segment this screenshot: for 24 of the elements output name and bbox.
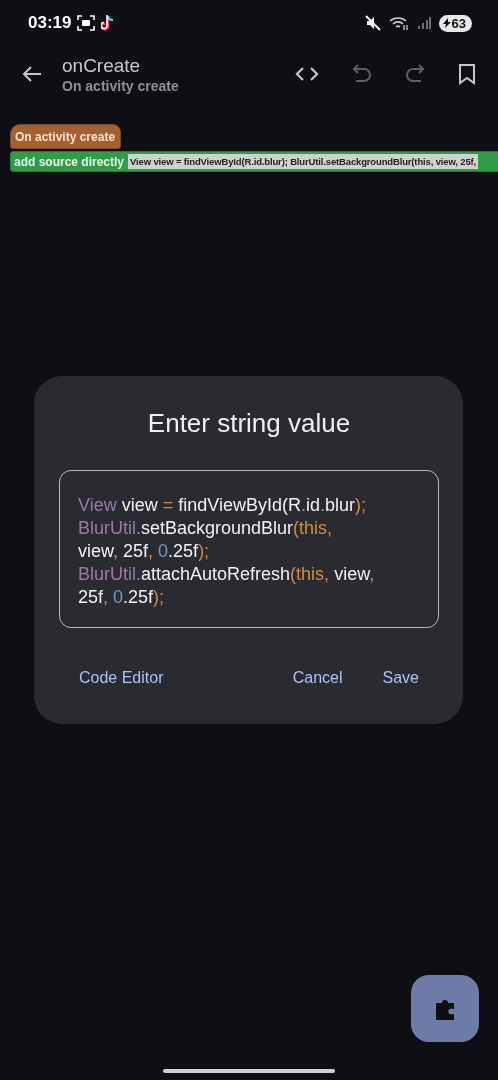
wifi-icon <box>388 15 409 31</box>
battery-indicator: 63 <box>438 14 472 32</box>
redo-icon[interactable] <box>405 63 425 85</box>
screen-title: onCreate <box>62 54 142 77</box>
event-block[interactable]: On activity create <box>10 124 122 149</box>
block-label: add source directly <box>14 154 125 169</box>
mute-icon <box>364 15 381 31</box>
block-input-field[interactable]: View view = findViewById(R.id.blur); BlurUtil.setBackgroundBlur(this, view, 25f, <box>128 154 479 169</box>
signal-icon <box>416 16 431 30</box>
dialog-button[interactable]: Save <box>382 665 419 691</box>
clock: 03:19 <box>28 13 72 33</box>
dialog-button[interactable]: Cancel <box>292 665 343 691</box>
dialog-title: Enter string value <box>146 408 352 439</box>
screenshot-icon <box>77 15 96 31</box>
undo-icon[interactable] <box>352 63 372 85</box>
add-block-button[interactable] <box>411 975 479 1042</box>
code-block[interactable]: add source directly View view = findViewById(R.id.blur); BlurUtil.setBackgroundBlur(this, view, 25f, <box>10 151 498 172</box>
bookmark-icon[interactable] <box>458 63 476 85</box>
dialog-button[interactable]: Code Editor <box>79 665 164 691</box>
code-icon[interactable] <box>295 65 319 83</box>
screen-subtitle: On activity create <box>62 77 179 94</box>
puzzle-piece-icon <box>434 997 456 1020</box>
code-input-field[interactable]: View view = findViewById(R.id.blur); BlurUtil.setBackgroundBlur(this, view, 25f, 0.25f); BlurUtil.attachAutoRefresh(this, view, 25f, 0.25f); <box>59 470 439 628</box>
music-note-icon <box>101 14 116 32</box>
